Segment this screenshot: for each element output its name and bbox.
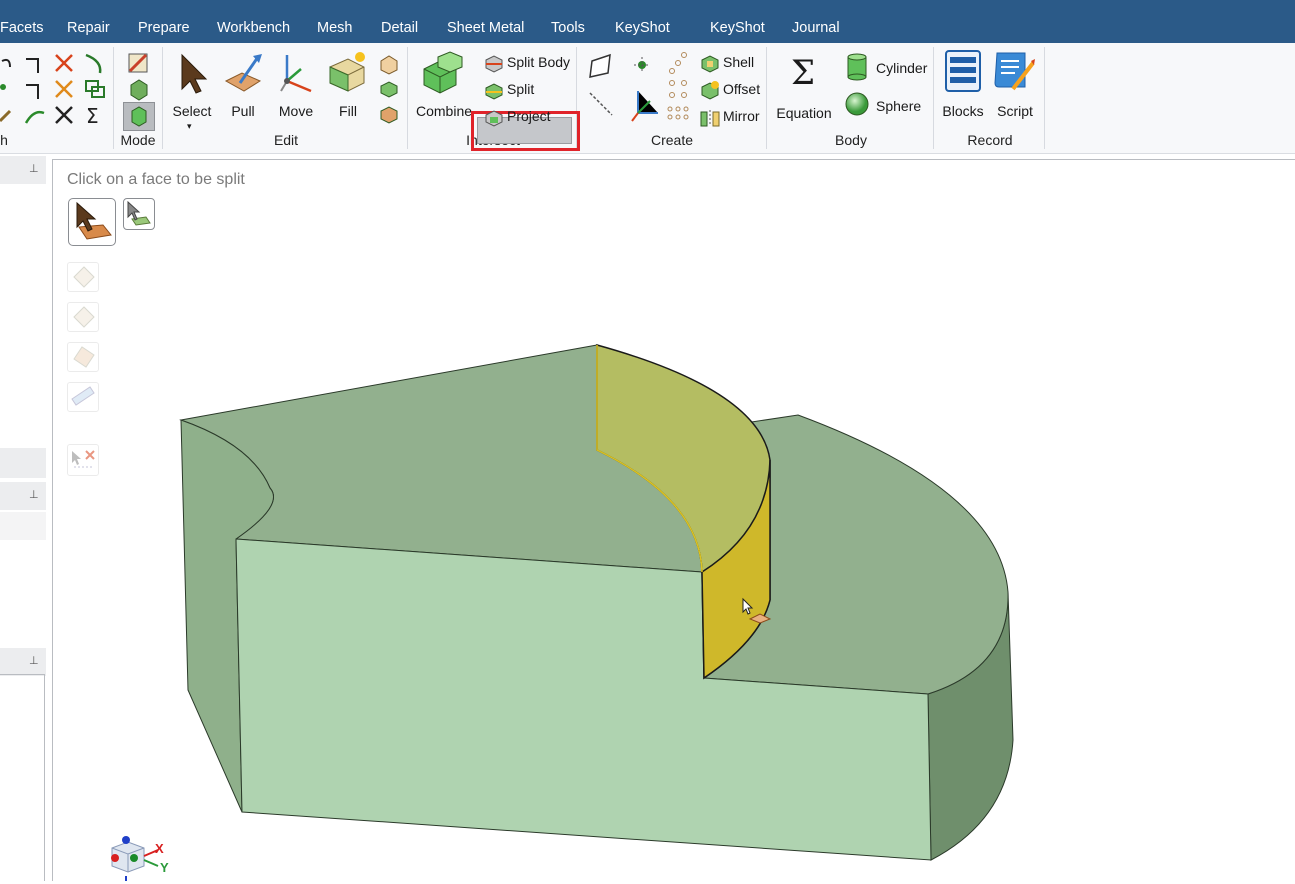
3d-model[interactable] xyxy=(0,0,1295,881)
x-axis-label: X xyxy=(155,841,164,856)
axis-triad: X Y xyxy=(106,836,172,881)
y-axis-label: Y xyxy=(160,860,169,875)
